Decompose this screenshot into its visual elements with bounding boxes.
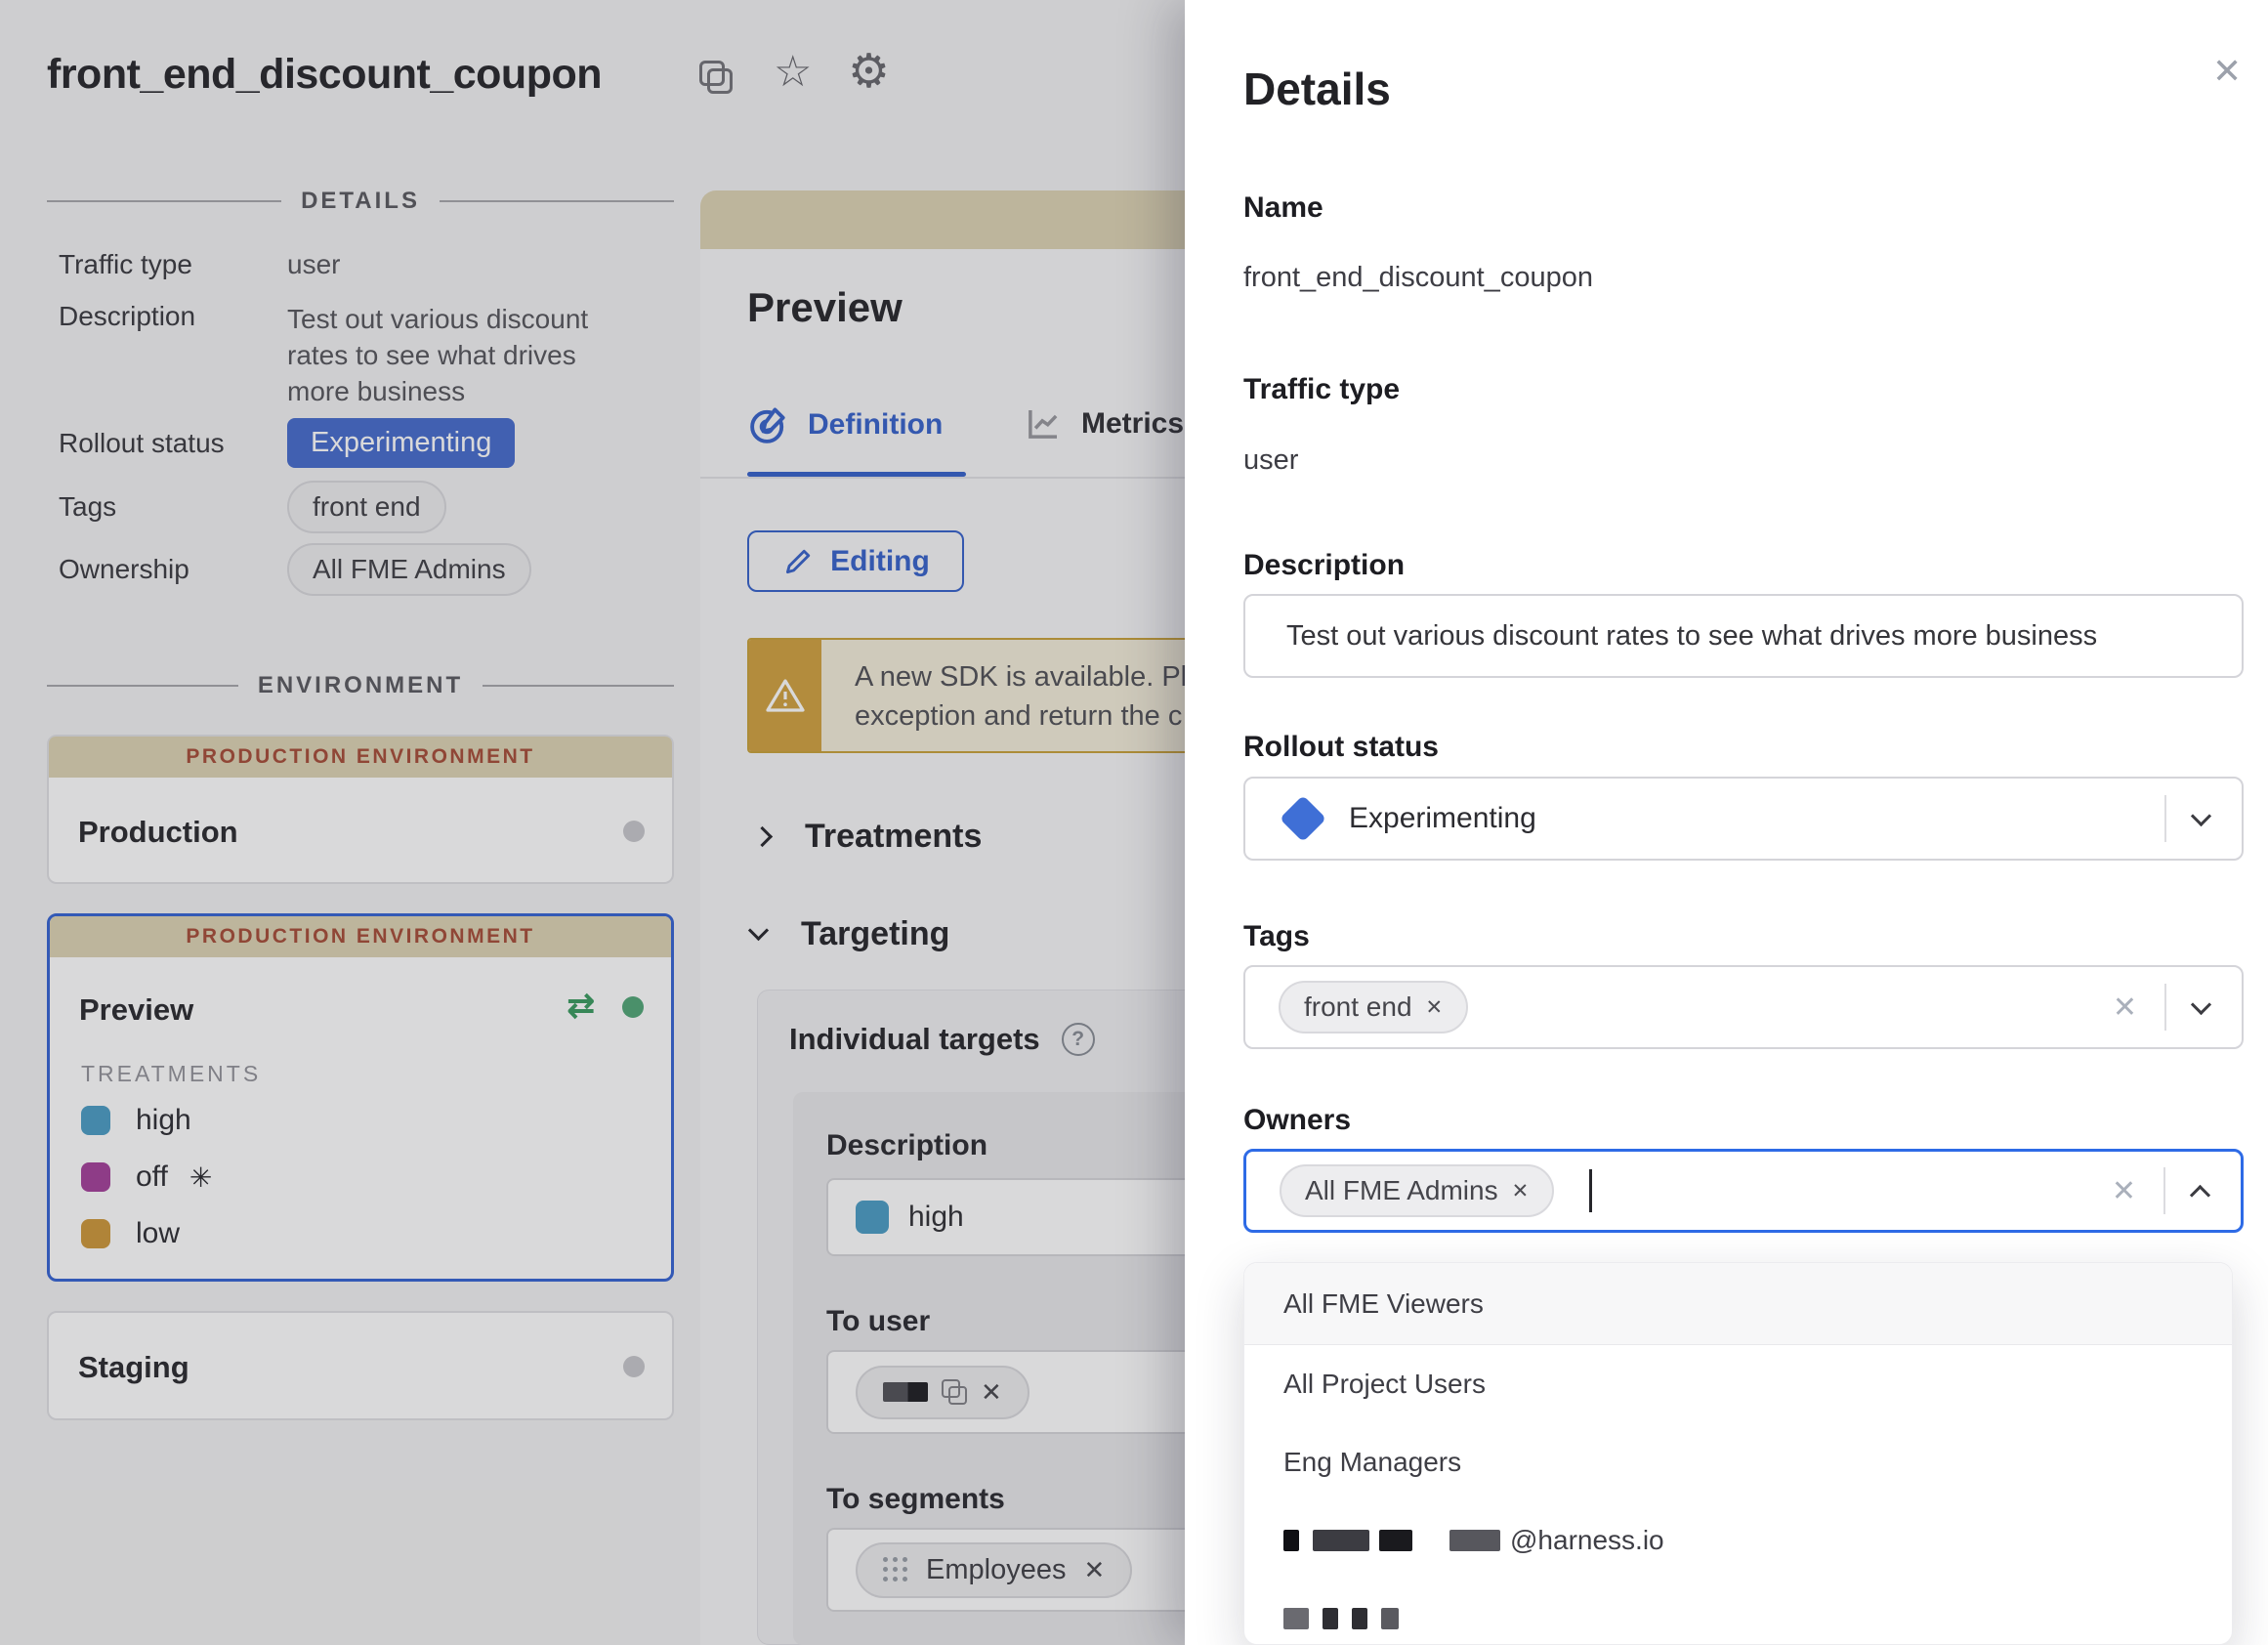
description-label: Description — [1243, 549, 1405, 582]
divider — [2164, 984, 2166, 1031]
clear-owners-icon[interactable]: ✕ — [2112, 1174, 2136, 1208]
redacted-email-suffix: @harness.io — [1510, 1525, 1664, 1556]
tags-label: Tags — [1243, 920, 1310, 953]
name-label: Name — [1243, 191, 1323, 225]
remove-tag-icon[interactable]: ✕ — [1426, 995, 1444, 1020]
rollout-status-select[interactable]: Experimenting — [1243, 777, 2244, 861]
description-input-value: Test out various discount rates to see w… — [1286, 620, 2097, 653]
redacted-text — [1323, 1608, 1338, 1629]
divider — [2163, 1167, 2165, 1214]
chevron-down-icon[interactable] — [2191, 805, 2211, 825]
owners-input[interactable]: All FME Admins ✕ ✕ — [1243, 1149, 2244, 1233]
clear-tags-icon[interactable]: ✕ — [2113, 991, 2137, 1025]
owner-chip-label: All FME Admins — [1305, 1175, 1498, 1206]
dropdown-item-redacted-user[interactable]: @harness.io — [1244, 1501, 2232, 1580]
redacted-text — [1352, 1608, 1367, 1629]
tag-chip-label: front end — [1304, 991, 1412, 1023]
redacted-text — [1283, 1608, 1309, 1629]
divider — [2164, 795, 2166, 842]
owners-label: Owners — [1243, 1104, 1351, 1137]
traffic-type-label: Traffic type — [1243, 373, 1400, 406]
dropdown-item-all-project-users[interactable]: All Project Users — [1244, 1345, 2232, 1423]
text-cursor — [1589, 1169, 1592, 1212]
chevron-down-icon[interactable] — [2191, 993, 2211, 1014]
description-input[interactable]: Test out various discount rates to see w… — [1243, 594, 2244, 678]
dropdown-item-eng-managers[interactable]: Eng Managers — [1244, 1423, 2232, 1501]
owners-dropdown: All FME Viewers All Project Users Eng Ma… — [1243, 1262, 2233, 1645]
tag-chip[interactable]: front end ✕ — [1279, 981, 1468, 1033]
redacted-text — [1379, 1530, 1412, 1551]
rollout-status-label: Rollout status — [1243, 731, 1439, 764]
rollout-diamond-icon — [1280, 795, 1326, 842]
name-value: front_end_discount_coupon — [1243, 262, 1593, 294]
close-icon[interactable]: ✕ — [2212, 51, 2242, 92]
rollout-status-value: Experimenting — [1349, 802, 1536, 835]
drawer-title: Details — [1243, 63, 1391, 115]
tags-input[interactable]: front end ✕ ✕ — [1243, 965, 2244, 1049]
redacted-text — [1283, 1530, 1299, 1551]
chevron-up-icon[interactable] — [2190, 1184, 2210, 1204]
redacted-text — [1449, 1530, 1500, 1551]
modal-overlay[interactable] — [0, 0, 1185, 1645]
details-drawer: Details ✕ Name front_end_discount_coupon… — [1185, 0, 2268, 1645]
dropdown-item-redacted-user[interactable] — [1244, 1580, 2232, 1645]
traffic-type-value: user — [1243, 444, 1298, 477]
remove-owner-icon[interactable]: ✕ — [1512, 1179, 1530, 1203]
owner-chip[interactable]: All FME Admins ✕ — [1280, 1164, 1554, 1217]
dropdown-item-all-fme-viewers[interactable]: All FME Viewers — [1244, 1263, 2232, 1345]
redacted-text — [1313, 1530, 1369, 1551]
redacted-text — [1381, 1608, 1399, 1629]
